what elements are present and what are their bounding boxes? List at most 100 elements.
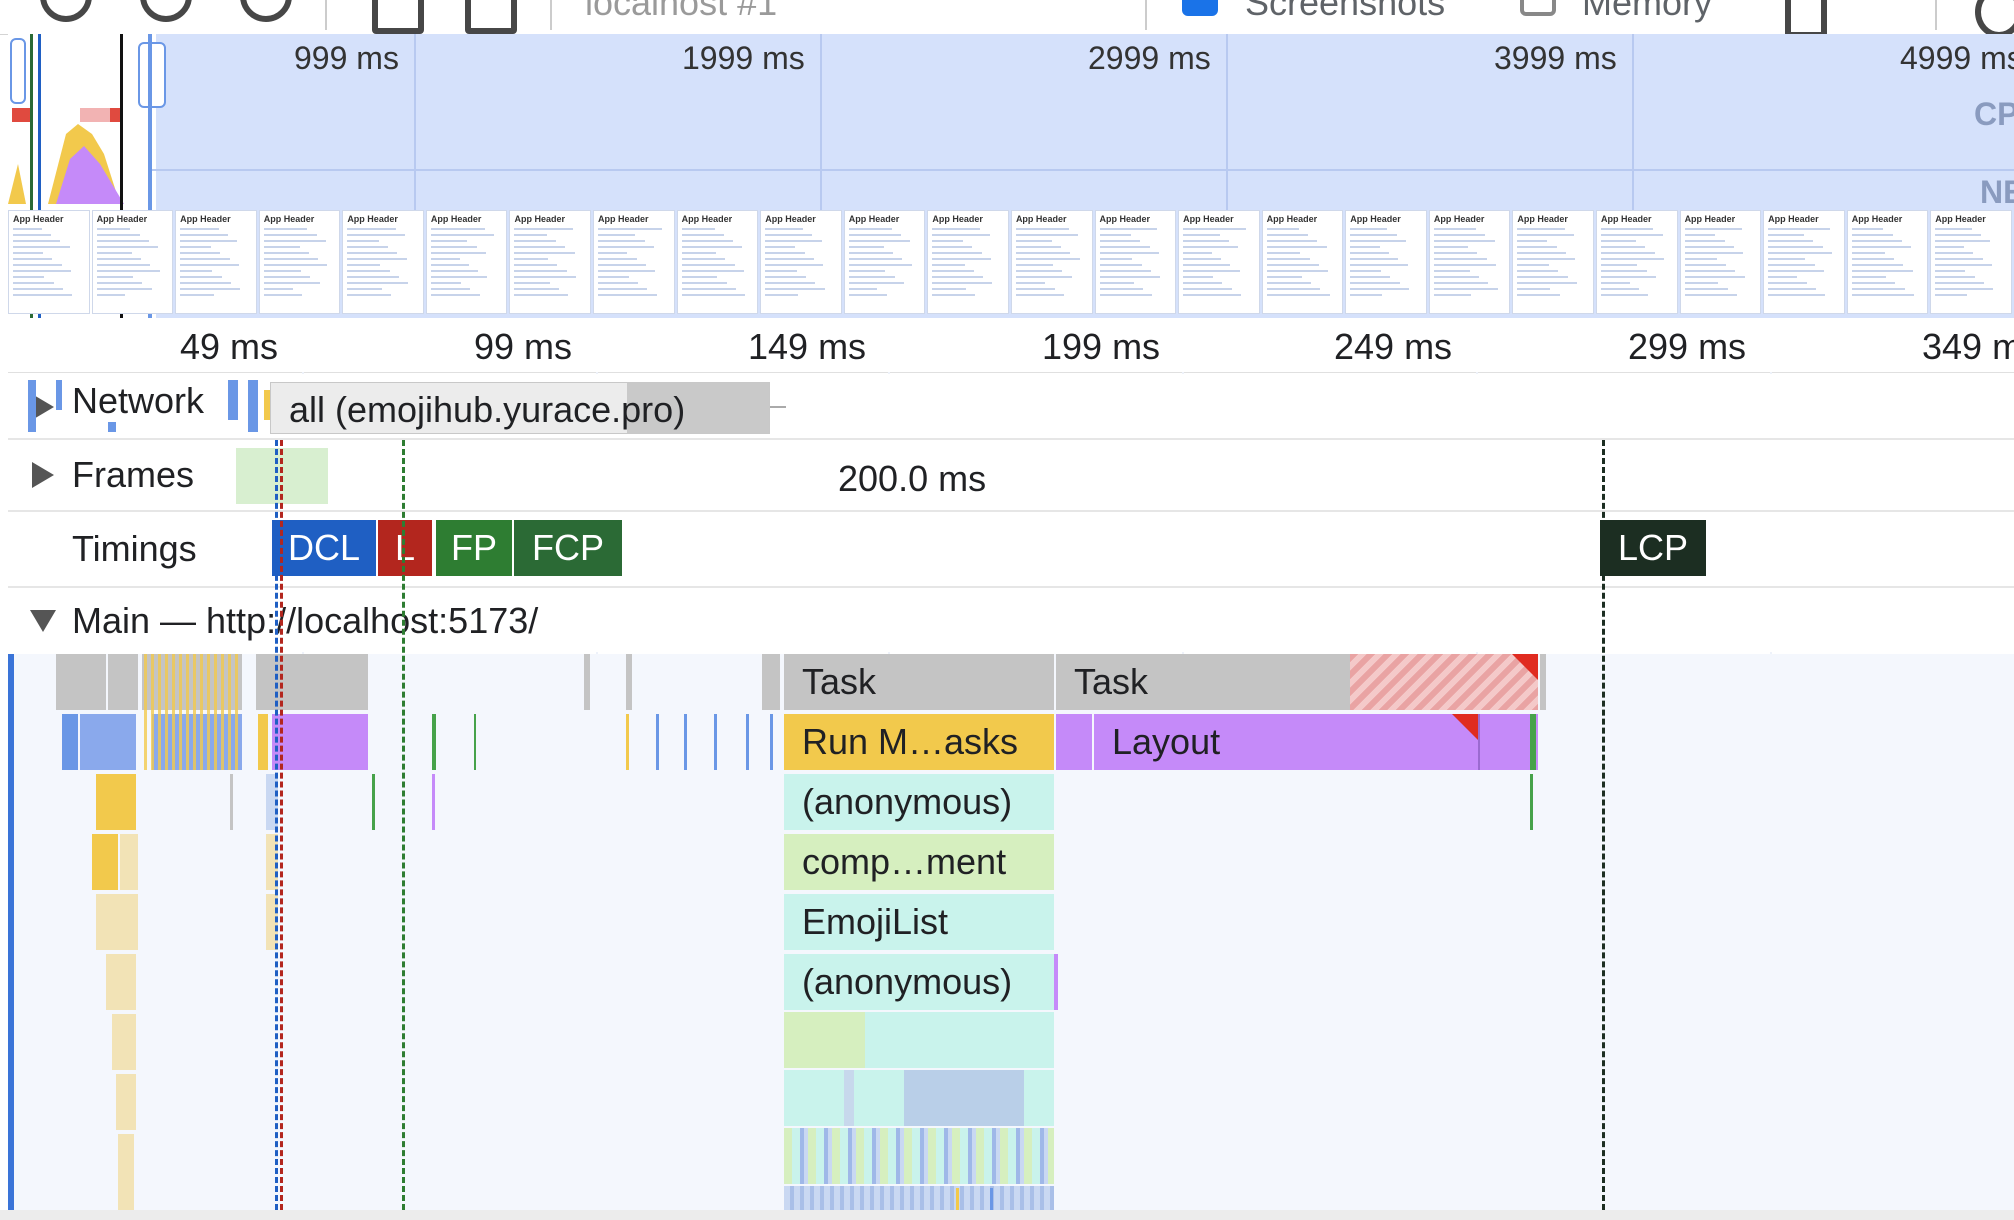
deep-call-stack[interactable] [784, 1186, 1054, 1210]
right-window-handle[interactable] [138, 42, 166, 108]
call-slice[interactable] [474, 714, 476, 770]
screenshot-thumbnail[interactable]: App Header [1010, 210, 1093, 314]
component-block[interactable]: comp…ment [784, 834, 1054, 890]
reload-record-icon[interactable] [140, 0, 192, 22]
screenshot-thumbnail[interactable]: App Header [676, 210, 759, 314]
call-slice[interactable] [120, 834, 138, 890]
screenshot-thumbnail[interactable]: App Header [1930, 210, 2012, 314]
screenshot-filmstrip[interactable]: App Header App Header App Header App Header… [8, 210, 2014, 318]
screenshot-thumbnail[interactable]: App Header [1512, 210, 1594, 314]
screenshot-thumbnail[interactable]: App Header [1261, 210, 1344, 314]
call-slice[interactable] [214, 654, 217, 770]
call-slice[interactable] [762, 654, 780, 710]
call-slice[interactable] [172, 654, 175, 770]
timing-marker-fp[interactable]: FP [436, 520, 512, 576]
call-slice[interactable] [432, 714, 436, 770]
clear-icon[interactable] [240, 0, 292, 22]
call-slice[interactable] [92, 834, 118, 890]
settings-gear-icon[interactable] [1975, 0, 2014, 34]
screenshot-thumbnail[interactable]: App Header [258, 210, 341, 314]
expand-frames-icon[interactable] [32, 462, 54, 488]
run-microtasks-block[interactable]: Run M…asks [784, 714, 1054, 770]
screenshot-thumbnail[interactable]: App Header [91, 210, 174, 314]
call-slice[interactable] [656, 714, 659, 770]
call-slice[interactable] [96, 894, 138, 950]
left-window-handle[interactable] [10, 38, 26, 104]
call-slice[interactable] [256, 654, 368, 710]
call-slice[interactable] [118, 1134, 134, 1210]
call-slice[interactable] [165, 654, 168, 770]
screenshot-thumbnail[interactable]: App Header [1679, 210, 1762, 314]
call-slice[interactable] [258, 714, 268, 770]
call-slice[interactable] [684, 714, 687, 770]
screenshot-thumbnail[interactable]: App Header [760, 210, 842, 314]
call-slice[interactable] [990, 1188, 993, 1210]
collapse-main-icon[interactable] [30, 610, 56, 632]
call-slice[interactable] [1530, 774, 1533, 830]
screenshot-thumbnail[interactable]: App Header [1846, 210, 1929, 314]
network-request-bar[interactable]: all (emojihub.yurace.pro) [270, 382, 770, 434]
screenshot-thumbnail[interactable]: App Header [1345, 210, 1427, 314]
call-slice[interactable] [584, 654, 590, 710]
screenshot-thumbnail[interactable]: App Header [1763, 210, 1845, 314]
call-slice[interactable] [108, 654, 138, 710]
call-slice[interactable] [272, 714, 368, 770]
screenshot-thumbnail[interactable]: App Header [1428, 210, 1511, 314]
emojilist-block[interactable]: EmojiList [784, 894, 1054, 950]
anonymous-function-block[interactable]: (anonymous) [784, 774, 1054, 830]
upload-icon[interactable] [372, 0, 424, 34]
call-slice[interactable] [207, 654, 210, 770]
screenshot-thumbnail[interactable]: App Header [843, 210, 926, 314]
recording-select[interactable]: localhost #1 [585, 0, 777, 24]
call-slice[interactable] [221, 654, 224, 770]
call-slice[interactable] [230, 774, 233, 830]
screenshot-thumbnail[interactable]: App Header [509, 210, 592, 314]
call-slice[interactable] [770, 714, 773, 770]
trash-icon[interactable] [1785, 0, 1827, 34]
timeline-overview[interactable]: 999 ms 1999 ms 2999 ms 3999 ms 4999 ms C… [8, 34, 2014, 318]
call-slice[interactable] [235, 654, 238, 770]
call-slice[interactable] [144, 654, 147, 770]
call-slice[interactable] [142, 654, 242, 710]
call-slice[interactable] [151, 654, 154, 770]
call-slice[interactable] [179, 654, 182, 770]
main-track-header[interactable]: Main — http://localhost:5173/ [8, 588, 2014, 652]
call-slice[interactable] [112, 1014, 136, 1070]
screenshot-thumbnail[interactable]: App Header [8, 210, 90, 314]
call-slice[interactable] [372, 774, 375, 830]
call-slice[interactable] [158, 654, 161, 770]
screenshot-thumbnail[interactable]: App Header [175, 210, 257, 314]
call-slice[interactable] [80, 714, 136, 770]
screenshot-thumbnail[interactable]: App Header [593, 210, 675, 314]
screenshot-thumbnail[interactable]: App Header [1094, 210, 1177, 314]
timing-marker-fcp[interactable]: FCP [514, 520, 622, 576]
screenshots-checkbox[interactable] [1182, 0, 1218, 16]
horizontal-scrollbar[interactable] [0, 1210, 2014, 1220]
record-icon[interactable] [40, 0, 92, 22]
timing-marker-load[interactable]: L [378, 520, 432, 576]
memory-checkbox[interactable] [1520, 0, 1556, 16]
timing-marker-lcp[interactable]: LCP [1600, 520, 1706, 576]
deep-call-stack[interactable] [784, 1070, 1054, 1126]
download-icon[interactable] [465, 0, 517, 34]
call-slice[interactable] [746, 714, 749, 770]
screenshot-thumbnail[interactable]: App Header [425, 210, 508, 314]
task-block[interactable]: Task [784, 654, 1054, 710]
screenshot-thumbnail[interactable]: App Header [1178, 210, 1260, 314]
call-slice[interactable] [200, 654, 203, 770]
screenshot-thumbnail[interactable]: App Header [1595, 210, 1678, 314]
call-slice[interactable] [186, 654, 189, 770]
deep-call-stack[interactable] [784, 1012, 1054, 1068]
call-slice[interactable] [1540, 654, 1546, 710]
call-slice[interactable] [106, 954, 136, 1010]
screenshot-thumbnail[interactable]: App Header [342, 210, 424, 314]
call-slice[interactable] [432, 774, 435, 830]
call-slice[interactable] [626, 714, 629, 770]
frames-track[interactable]: Frames 200.0 ms [8, 440, 2014, 512]
call-slice[interactable] [56, 654, 106, 710]
call-slice[interactable] [228, 654, 231, 770]
timing-marker-dcl[interactable]: DCL [272, 520, 376, 576]
network-track[interactable]: Network all (emojihub.yurace.pro) [8, 374, 2014, 440]
call-slice[interactable] [96, 774, 136, 830]
screenshot-thumbnail[interactable]: App Header [927, 210, 1009, 314]
